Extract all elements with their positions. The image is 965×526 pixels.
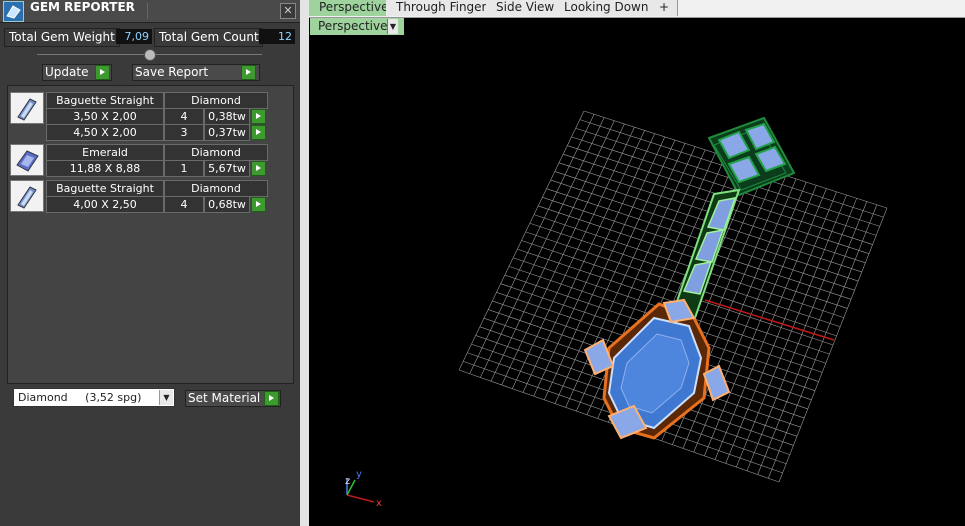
center-emerald-setting[interactable] [583, 298, 731, 440]
select-gem-row-icon[interactable] [251, 109, 266, 124]
gem-material-cell: Diamond [164, 92, 268, 109]
tab-side-view[interactable]: Side View [486, 0, 564, 16]
view-mode-label: Perspective [318, 19, 388, 33]
material-select[interactable]: Diamond (3,52 spg) ▼ [13, 388, 175, 407]
gem-weight-cell: 0,68tw [204, 196, 250, 213]
update-button-label: Update [45, 65, 89, 79]
panel-title: GEM REPORTER [30, 0, 135, 14]
select-gem-row-icon[interactable] [251, 197, 266, 212]
title-separator [147, 3, 148, 19]
set-material-button-label: Set Material [188, 391, 261, 405]
gem-list: Baguette Straight Diamond 3,50 X 2,00 4 … [7, 85, 294, 384]
3d-viewport[interactable]: x y z Perspective ▼ [309, 18, 965, 526]
gem-size-cell: 4,00 X 2,50 [46, 196, 164, 213]
gem-count-cell: 3 [164, 124, 204, 141]
slider-handle[interactable] [144, 49, 156, 61]
gem-reporter-app-icon [3, 1, 24, 22]
total-gem-weight-label: Total Gem Weight [4, 28, 120, 47]
y-axis-label: y [356, 469, 362, 480]
material-select-value: Diamond (3,52 spg) [18, 391, 142, 404]
gem-cut-cell: Baguette Straight [46, 92, 164, 109]
baguette-gem-icon [10, 92, 44, 124]
chevron-down-icon[interactable]: ▼ [159, 390, 173, 405]
total-gem-count-label: Total Gem Count [154, 28, 263, 47]
gem-cut-cell: Baguette Straight [46, 180, 164, 197]
gem-weight-cell: 5,67tw [204, 160, 250, 177]
halo-setting[interactable] [707, 116, 796, 197]
tab-perspective[interactable]: Perspective [309, 0, 398, 16]
close-icon[interactable]: ✕ [280, 3, 296, 19]
panel-divider[interactable] [300, 0, 309, 526]
tab-looking-down[interactable]: Looking Down [554, 0, 658, 16]
ground-grid [458, 110, 888, 483]
add-tab-icon[interactable]: + [649, 0, 679, 16]
gem-reporter-panel: GEM REPORTER ✕ Total Gem Weight 7,09 Tot… [0, 0, 300, 526]
select-gem-row-icon[interactable] [251, 161, 266, 176]
update-go-icon[interactable] [95, 65, 110, 80]
gem-weight-cell: 0,38tw [204, 108, 250, 125]
gem-cut-cell: Emerald [46, 144, 164, 161]
gem-size-cell: 11,88 X 8,88 [46, 160, 164, 177]
gem-count-cell: 4 [164, 108, 204, 125]
total-gem-weight-value: 7,09 [116, 29, 152, 44]
gem-material-cell: Diamond [164, 144, 268, 161]
gem-weight-cell: 0,37tw [204, 124, 250, 141]
panel-titlebar: GEM REPORTER ✕ [0, 0, 300, 23]
view-mode-dropdown[interactable]: Perspective ▼ [310, 18, 404, 35]
z-axis-label: z [345, 476, 350, 487]
set-material-go-icon[interactable] [264, 391, 279, 406]
gem-size-cell: 3,50 X 2,00 [46, 108, 164, 125]
save-report-button-label: Save Report [135, 65, 209, 79]
total-gem-count-value: 12 [259, 29, 295, 44]
viewport-tabbar: Perspective Through Finger Side View Loo… [309, 0, 965, 18]
gem-count-cell: 1 [164, 160, 204, 177]
gem-material-cell: Diamond [164, 180, 268, 197]
scene-canvas[interactable]: x y z [309, 18, 965, 526]
emerald-gem-icon [10, 144, 44, 176]
select-gem-row-icon[interactable] [251, 125, 266, 140]
gem-count-cell: 4 [164, 196, 204, 213]
x-axis-label: x [376, 498, 382, 509]
baguette-gem-icon [10, 180, 44, 212]
gem-size-cell: 4,50 X 2,00 [46, 124, 164, 141]
tab-through-finger[interactable]: Through Finger [386, 0, 496, 16]
chevron-down-icon[interactable]: ▼ [387, 19, 398, 34]
axis-gizmo: x y z [345, 469, 382, 509]
save-report-go-icon[interactable] [241, 65, 256, 80]
